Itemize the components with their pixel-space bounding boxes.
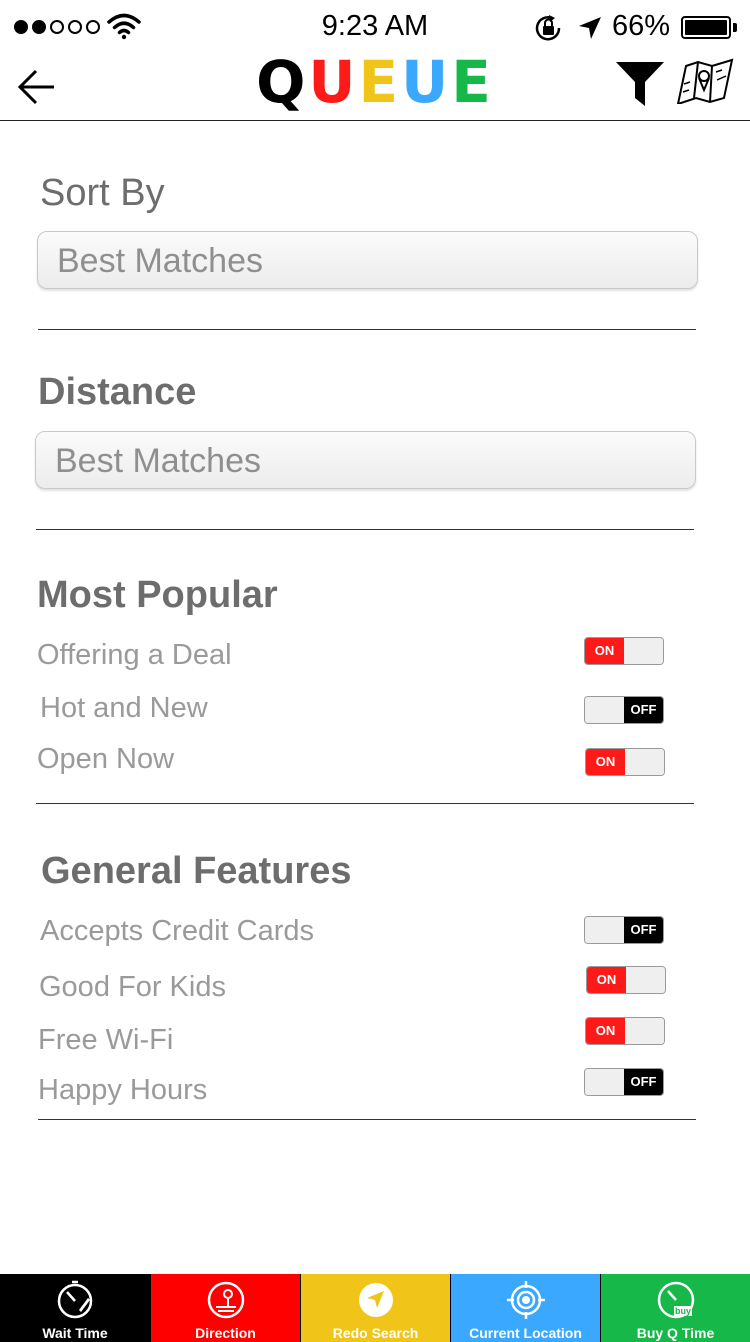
toggle-offering-a-deal[interactable]: ON: [584, 637, 664, 665]
battery-nub: [733, 23, 737, 32]
toggle-state-text: OFF: [624, 1069, 663, 1095]
folded-map-icon[interactable]: [676, 58, 736, 104]
distance-heading: Distance: [38, 371, 197, 413]
tab-redo-search[interactable]: Redo Search: [300, 1274, 450, 1342]
toggle-state-text: ON: [587, 967, 626, 993]
logo-letter: U: [308, 48, 359, 116]
toggle-state-text: ON: [585, 638, 624, 664]
tab-label: Buy Q Time: [636, 1325, 715, 1341]
funnel-icon[interactable]: [614, 60, 666, 108]
toggle-hot-and-new[interactable]: OFF: [584, 696, 664, 724]
tab-label: Direction: [195, 1325, 256, 1341]
toggle-knob: [626, 967, 665, 993]
general-features-heading: General Features: [41, 850, 352, 892]
sort-by-select[interactable]: Best Matches: [37, 231, 698, 289]
battery-percent: 66%: [612, 10, 671, 42]
bottom-tab-bar: Wait Time Direction Redo Search Current …: [0, 1274, 750, 1342]
location-arrow-icon: [579, 17, 601, 39]
nav-bar: QUEUE: [0, 52, 750, 121]
toggle-knob: [585, 917, 624, 943]
toggle-free-wi-fi[interactable]: ON: [585, 1017, 665, 1045]
sort-by-heading: Sort By: [40, 172, 165, 214]
tab-direction[interactable]: Direction: [150, 1274, 300, 1342]
most-popular-heading: Most Popular: [37, 574, 278, 616]
toggle-knob: [585, 697, 624, 723]
tab-wait-time[interactable]: Wait Time: [0, 1274, 150, 1342]
option-label-accepts-credit-cards: Accepts Credit Cards: [40, 915, 314, 947]
toggle-knob: [624, 638, 663, 664]
svg-text:buy: buy: [674, 1306, 690, 1316]
toggle-knob: [625, 749, 664, 775]
option-label-open-now: Open Now: [37, 743, 175, 775]
logo-letter: Q: [256, 48, 309, 116]
logo-letter: E: [451, 48, 494, 116]
navigation-arrow-icon: [358, 1283, 393, 1317]
stopwatch-icon: [57, 1280, 93, 1319]
toggle-open-now[interactable]: ON: [585, 748, 665, 776]
toggle-state-text: OFF: [624, 697, 663, 723]
battery-fill: [685, 20, 727, 35]
toggle-knob: [625, 1018, 664, 1044]
section-divider: [36, 803, 694, 804]
crosshair-icon: [506, 1281, 545, 1319]
option-label-good-for-kids: Good For Kids: [39, 971, 226, 1003]
tab-label: Current Location: [469, 1325, 582, 1341]
rotation-lock-icon: [535, 15, 561, 41]
tab-buy-q-time[interactable]: buy Buy Q Time: [600, 1274, 750, 1342]
toggle-state-text: ON: [586, 749, 625, 775]
buy-timer-icon: buy: [657, 1281, 694, 1319]
toggle-state-text: OFF: [624, 917, 663, 943]
distance-select[interactable]: Best Matches: [35, 431, 696, 489]
tab-current-location[interactable]: Current Location: [450, 1274, 600, 1342]
logo-letter: U: [401, 48, 452, 116]
section-divider: [38, 1119, 696, 1120]
toggle-knob: [585, 1069, 624, 1095]
toggle-accepts-credit-cards[interactable]: OFF: [584, 916, 664, 944]
tab-label: Redo Search: [332, 1325, 419, 1341]
logo-letter: E: [358, 48, 402, 116]
option-label-hot-and-new: Hot and New: [40, 692, 208, 724]
section-divider: [38, 329, 696, 330]
option-label-free-wi-fi: Free Wi-Fi: [38, 1024, 174, 1056]
direction-pin-icon: [207, 1281, 244, 1319]
toggle-happy-hours[interactable]: OFF: [584, 1068, 664, 1096]
option-label-offering-a-deal: Offering a Deal: [37, 639, 232, 671]
toggle-good-for-kids[interactable]: ON: [586, 966, 666, 994]
battery-icon: [681, 16, 737, 39]
toggle-state-text: ON: [586, 1018, 625, 1044]
section-divider: [36, 529, 694, 530]
tab-label: Wait Time: [42, 1325, 108, 1341]
option-label-happy-hours: Happy Hours: [38, 1074, 208, 1106]
